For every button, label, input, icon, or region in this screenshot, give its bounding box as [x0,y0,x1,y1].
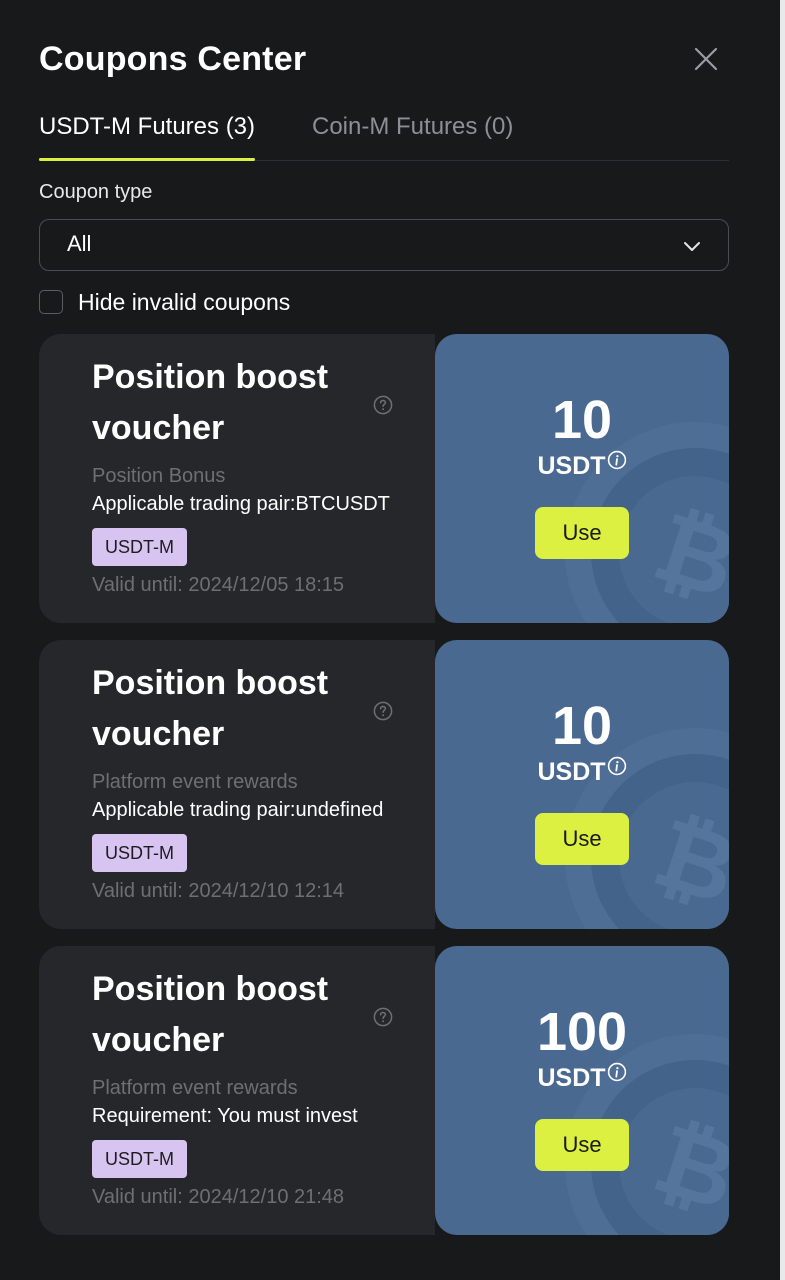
coupon-source: Position Bonus [92,465,226,487]
help-icon[interactable] [373,1007,393,1027]
coupon-value-panel: ₿ 10 USDT Use [435,334,729,623]
scrollbar[interactable] [780,0,785,1280]
coupon-type-label: Coupon type [39,181,153,203]
coupon-card: Position boost voucher Position Bonus Ap… [39,334,729,623]
close-button[interactable] [691,42,721,76]
coupon-title: Position boost voucher [92,970,329,1059]
coupon-type-value: All [67,231,92,256]
hide-invalid-label: Hide invalid coupons [78,289,291,315]
coupon-value-panel: ₿ 10 USDT Use [435,640,729,929]
info-icon[interactable] [607,450,627,470]
coupon-unit: USDT [537,452,606,480]
help-icon[interactable] [373,395,393,415]
coupon-details: Position boost voucher Position Bonus Ap… [39,334,435,623]
coupon-title: Position boost voucher [92,664,329,753]
market-badge: USDT-M [92,834,187,872]
coupon-card: Position boost voucher Platform event re… [39,946,729,1235]
coupon-amount: 10 [551,390,613,450]
header: Coupons Center [39,36,729,84]
coupon-unit-row: USDT [435,756,729,788]
coupon-description: Requirement: You must invest [92,1105,358,1127]
coupon-description: Applicable trading pair:undefined [92,799,384,821]
coupon-title: Position boost voucher [92,358,329,447]
use-coupon-button[interactable]: Use [535,507,629,559]
coupon-description: Applicable trading pair:BTCUSDT [92,493,390,515]
use-coupon-button[interactable]: Use [535,813,629,865]
tab-label: USDT-M Futures (3) [39,113,256,140]
coupon-unit: USDT [537,758,606,786]
coupon-source: Platform event rewards [92,1077,298,1099]
coupon-details: Position boost voucher Platform event re… [39,640,435,929]
coupon-amount: 100 [536,1002,628,1062]
coupon-details: Position boost voucher Platform event re… [39,946,435,1235]
tab-bar: USDT-M Futures (3) Coin-M Futures (0) [39,104,729,161]
coupon-type-select[interactable]: All [39,219,729,271]
active-tab-indicator [39,158,256,161]
coupon-amount: 10 [551,696,613,756]
valid-until: Valid until: 2024/12/05 18:15 [92,574,345,596]
coupon-value-panel: ₿ 100 USDT Use [435,946,729,1235]
tab-usdt-m-futures[interactable]: USDT-M Futures (3) [39,104,256,161]
market-badge: USDT-M [92,528,187,566]
coupon-source: Platform event rewards [92,771,298,793]
page-title: Coupons Center [39,40,307,78]
tab-label: Coin-M Futures (0) [312,113,514,140]
chevron-down-icon [684,242,700,251]
info-icon[interactable] [607,756,627,776]
coupon-unit-row: USDT [435,450,729,482]
valid-until: Valid until: 2024/12/10 21:48 [92,1186,345,1208]
coupon-unit: USDT [537,1064,606,1092]
help-icon[interactable] [373,701,393,721]
use-coupon-button[interactable]: Use [535,1119,629,1171]
close-icon [694,47,718,71]
valid-until: Valid until: 2024/12/10 12:14 [92,880,345,902]
coupon-unit-row: USDT [435,1062,729,1094]
hide-invalid-checkbox[interactable] [39,290,63,314]
market-badge: USDT-M [92,1140,187,1178]
tab-coin-m-futures[interactable]: Coin-M Futures (0) [312,104,513,160]
coupon-card: Position boost voucher Platform event re… [39,640,729,929]
info-icon[interactable] [607,1062,627,1082]
coupons-center-panel: Coupons Center USDT-M Futures (3) Coin-M… [0,0,780,1280]
